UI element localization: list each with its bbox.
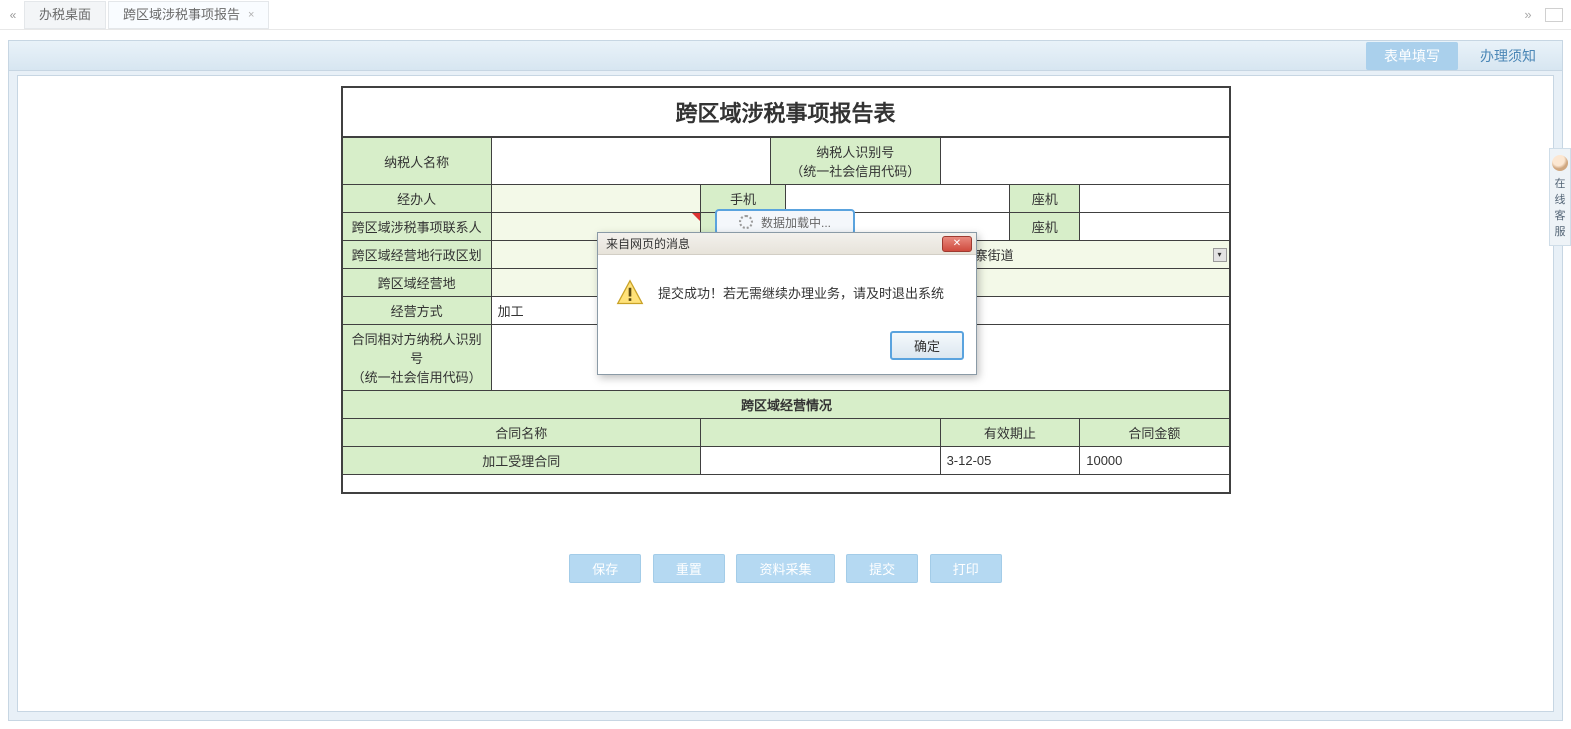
ok-button[interactable]: 确定 bbox=[890, 331, 964, 360]
side-help-label: 在线客服 bbox=[1555, 178, 1566, 238]
dialog-footer: 确定 bbox=[598, 325, 976, 374]
avatar-icon bbox=[1552, 155, 1568, 171]
dialog-message: 提交成功！若无需继续办理业务，请及时退出系统 bbox=[658, 279, 944, 302]
alert-dialog: 来自网页的消息 ✕ 提交成功！若无需继续办理业务，请及时退出系统 确定 bbox=[597, 232, 977, 375]
close-icon[interactable]: ✕ bbox=[942, 236, 972, 252]
warning-icon bbox=[616, 279, 644, 307]
online-help-tab[interactable]: 在线客服 bbox=[1549, 148, 1571, 246]
dialog-title: 来自网页的消息 bbox=[606, 235, 690, 252]
dialog-body: 提交成功！若无需继续办理业务，请及时退出系统 bbox=[598, 255, 976, 325]
dialog-title-bar: 来自网页的消息 ✕ bbox=[598, 233, 976, 255]
